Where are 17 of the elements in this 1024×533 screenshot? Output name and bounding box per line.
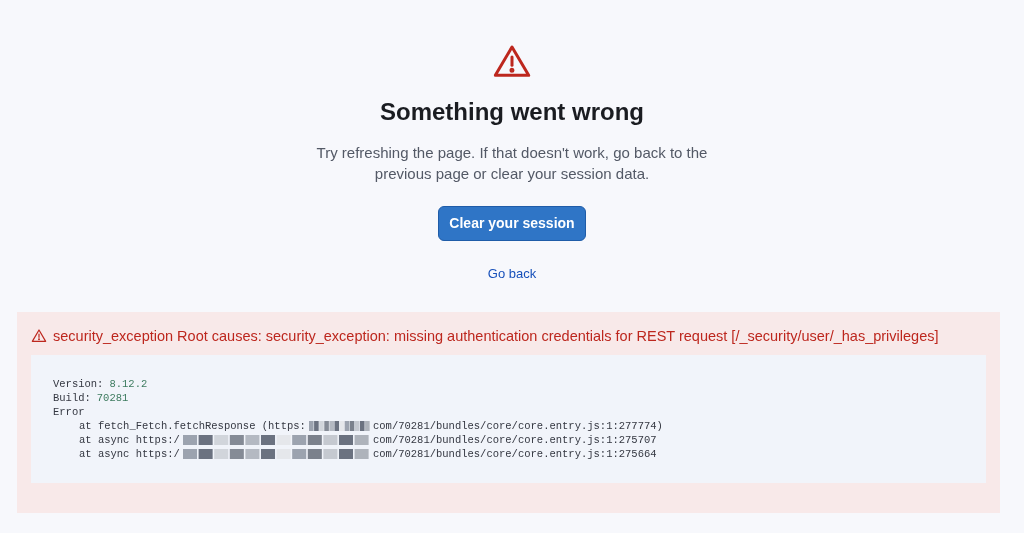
page-title: Something went wrong xyxy=(380,97,644,127)
stack-text: at async https:/ xyxy=(79,433,180,448)
stack-text: at fetch_Fetch.fetchResponse (https: xyxy=(79,419,306,434)
stack-text: com/70281/bundles/core/core.entry.js:1:275707 xyxy=(373,433,657,448)
clear-session-button[interactable]: Clear your session xyxy=(438,206,586,241)
stack-text: com/70281/bundles/core/core.entry.js:1:277774) xyxy=(373,419,663,434)
field-label: Version: xyxy=(53,377,104,392)
stack-text: at async https:/ xyxy=(79,447,180,462)
field-label: Build: xyxy=(53,391,91,406)
field-value: 70281 xyxy=(96,391,129,406)
warning-icon xyxy=(31,328,47,345)
error-title: security_exception Root causes: security_exception: missing authentication credentials for REST request [/_security/user/_has_privileges] xyxy=(53,326,939,346)
error-heading: Error xyxy=(53,405,85,420)
go-back-link[interactable]: Go back xyxy=(487,264,537,284)
field-value: 8.12.2 xyxy=(109,377,148,392)
stack-text: com/70281/bundles/core/core.entry.js:1:275664 xyxy=(373,447,657,462)
message-text: Try refreshing the page. If that doesn't work, go back to the previous page or clear your session data. xyxy=(315,143,709,184)
